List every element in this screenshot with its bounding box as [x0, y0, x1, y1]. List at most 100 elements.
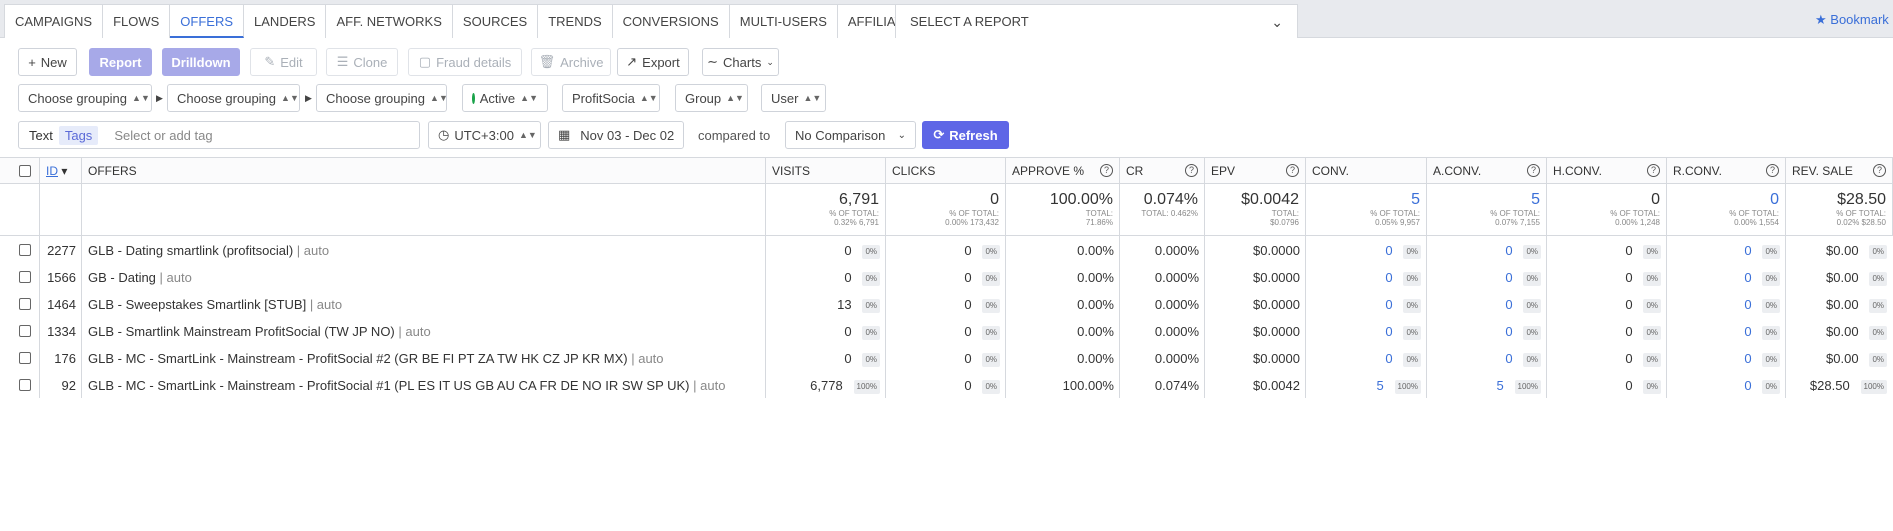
tab-sources[interactable]: SOURCES [453, 5, 539, 38]
export-button[interactable]: ↗ Export [617, 48, 689, 76]
column-header-aconv[interactable]: A.CONV.? [1427, 158, 1547, 184]
bookmark-icon: ▢ [418, 54, 432, 69]
column-header-clicks[interactable]: CLICKS [886, 158, 1006, 184]
cell-value: 0 [1744, 243, 1752, 258]
row-checkbox[interactable] [19, 298, 31, 310]
total-value: $0.0042 [1241, 191, 1299, 208]
cell-value: 0.000% [1154, 351, 1199, 366]
column-header-rconv[interactable]: R.CONV.? [1667, 158, 1786, 184]
row-checkbox[interactable] [19, 325, 31, 337]
cell-cr: 0.000% [1120, 264, 1199, 291]
total-subtext: 0.00% 173,432 [945, 218, 999, 227]
tab-conversions[interactable]: CONVERSIONS [613, 5, 730, 38]
report-label: Report [99, 54, 142, 70]
help-icon[interactable]: ? [1185, 164, 1198, 177]
cell-value: 0 [1505, 270, 1513, 285]
select-all-checkbox[interactable] [19, 165, 31, 177]
charts-button[interactable]: ∼ Charts ⌄ [702, 48, 779, 76]
column-header-revsale[interactable]: REV. SALE? [1786, 158, 1893, 184]
offer-name[interactable]: GLB - Smartlink Mainstream ProfitSocial … [88, 324, 395, 339]
bookmark-link[interactable]: ★ Bookmark [1815, 12, 1889, 28]
report-select[interactable]: SELECT A REPORT ⌄ [895, 4, 1298, 38]
offer-name[interactable]: GLB - MC - SmartLink - Mainstream - Prof… [88, 351, 628, 366]
column-header-id[interactable]: ID ▾ [40, 158, 82, 184]
group-select[interactable]: Group ▲▼ [675, 84, 748, 112]
drilldown-button[interactable]: Drilldown [162, 48, 240, 76]
cell-value: 0 [1385, 297, 1393, 312]
grouping-select-3[interactable]: Choose grouping ▲▼ [316, 84, 448, 112]
percent-badge: 0% [1643, 244, 1661, 259]
tags-mode-toggle[interactable]: Tags [58, 125, 99, 145]
status-select[interactable]: Active ▲▼ [462, 84, 548, 112]
column-header-visits[interactable]: VISITS [766, 158, 886, 184]
table-row[interactable]: 1334 GLB - Smartlink Mainstream ProfitSoc… [0, 318, 1893, 345]
row-checkbox[interactable] [19, 379, 31, 391]
offer-id: 1566 [47, 270, 76, 285]
caret-right-icon: ▶ [156, 93, 163, 103]
network-select[interactable]: ProfitSocia ▲▼ [562, 84, 660, 112]
clone-button[interactable]: ☰ Clone [326, 48, 398, 76]
fraud-details-button[interactable]: ▢ Fraud details [408, 48, 522, 76]
timezone-select[interactable]: ◷ UTC+3:00 ▲▼ [428, 121, 541, 149]
column-header-epv[interactable]: EPV? [1205, 158, 1306, 184]
archive-button[interactable]: 🗑 Archive [531, 48, 611, 76]
table-row[interactable]: 176 GLB - MC - SmartLink - Mainstream - P… [0, 345, 1893, 372]
edit-button[interactable]: ✎ Edit [250, 48, 317, 76]
grouping-select-1[interactable]: Choose grouping ▲▼ [18, 84, 152, 112]
tab-aff-networks[interactable]: AFF. NETWORKS [326, 5, 453, 38]
tab-landers[interactable]: LANDERS [244, 5, 327, 38]
cell-hconv: 0 0% [1547, 372, 1661, 399]
tag-input-placeholder[interactable]: Select or add tag [114, 128, 212, 143]
total-value: 0 [1770, 191, 1779, 208]
percent-badge: 0% [1643, 298, 1661, 313]
percent-badge: 0% [1523, 244, 1541, 259]
help-icon[interactable]: ? [1527, 164, 1540, 177]
tab-trends[interactable]: TRENDS [538, 5, 613, 38]
help-icon[interactable]: ? [1766, 164, 1779, 177]
help-icon[interactable]: ? [1873, 164, 1886, 177]
row-checkbox[interactable] [19, 271, 31, 283]
column-header-cr[interactable]: CR? [1120, 158, 1205, 184]
grouping-select-2[interactable]: Choose grouping ▲▼ [167, 84, 300, 112]
row-checkbox[interactable] [19, 352, 31, 364]
text-mode-toggle[interactable]: Text [19, 128, 59, 143]
comparison-select[interactable]: No Comparison ⌄ [785, 121, 916, 149]
row-checkbox[interactable] [19, 244, 31, 256]
user-select[interactable]: User ▲▼ [761, 84, 826, 112]
report-button[interactable]: Report [89, 48, 152, 76]
table-row[interactable]: 1464 GLB - Sweepstakes Smartlink [STUB] |… [0, 291, 1893, 318]
grouping-1-label: Choose grouping [28, 90, 128, 106]
tab-campaigns[interactable]: CAMPAIGNS [5, 5, 104, 38]
tab-flows[interactable]: FLOWS [103, 5, 171, 38]
help-icon[interactable]: ? [1100, 164, 1113, 177]
offer-suffix: | auto [398, 324, 431, 339]
date-range-picker[interactable]: ▦ Nov 03 - Dec 02 [548, 121, 684, 149]
offer-name[interactable]: GLB - MC - SmartLink - Mainstream - Prof… [88, 378, 690, 393]
tab-offers[interactable]: OFFERS [170, 5, 245, 38]
cell-value: 0 [1385, 270, 1393, 285]
offer-name[interactable]: GLB - Sweepstakes Smartlink [STUB] [88, 297, 306, 312]
percent-badge: 0% [1523, 271, 1541, 286]
select-all-header[interactable] [0, 158, 40, 184]
column-header-label: H.CONV. [1553, 164, 1602, 178]
cell-value: 0 [1625, 270, 1633, 285]
column-header-hconv[interactable]: H.CONV.? [1547, 158, 1667, 184]
table-row[interactable]: 92 GLB - MC - SmartLink - Mainstream - Pr… [0, 372, 1893, 399]
column-header-offers[interactable]: OFFERS [82, 158, 766, 184]
column-header-approve[interactable]: APPROVE %? [1006, 158, 1120, 184]
table-row[interactable]: 2277 GLB - Dating smartlink (profitsocial… [0, 237, 1893, 264]
offer-name[interactable]: GB - Dating [88, 270, 156, 285]
new-button[interactable]: + New [18, 48, 77, 76]
tab-multi-users[interactable]: MULTI-USERS [730, 5, 838, 38]
percent-badge: 0% [1869, 271, 1887, 286]
refresh-button[interactable]: ⟳ Refresh [922, 121, 1009, 149]
table-row[interactable]: 1566 GB - Dating | auto 0 0% 0 0% 0.00% 0.000… [0, 264, 1893, 291]
tag-filter[interactable]: Text Tags Select or add tag [18, 121, 420, 149]
column-header-conv[interactable]: CONV. [1306, 158, 1427, 184]
help-icon[interactable]: ? [1647, 164, 1660, 177]
help-icon[interactable]: ? [1286, 164, 1299, 177]
percent-badge: 0% [1523, 352, 1541, 367]
offer-name[interactable]: GLB - Dating smartlink (profitsocial) [88, 243, 293, 258]
total-value: 5 [1531, 191, 1540, 208]
offer-name-cell: GLB - Sweepstakes Smartlink [STUB] | aut… [88, 291, 764, 318]
